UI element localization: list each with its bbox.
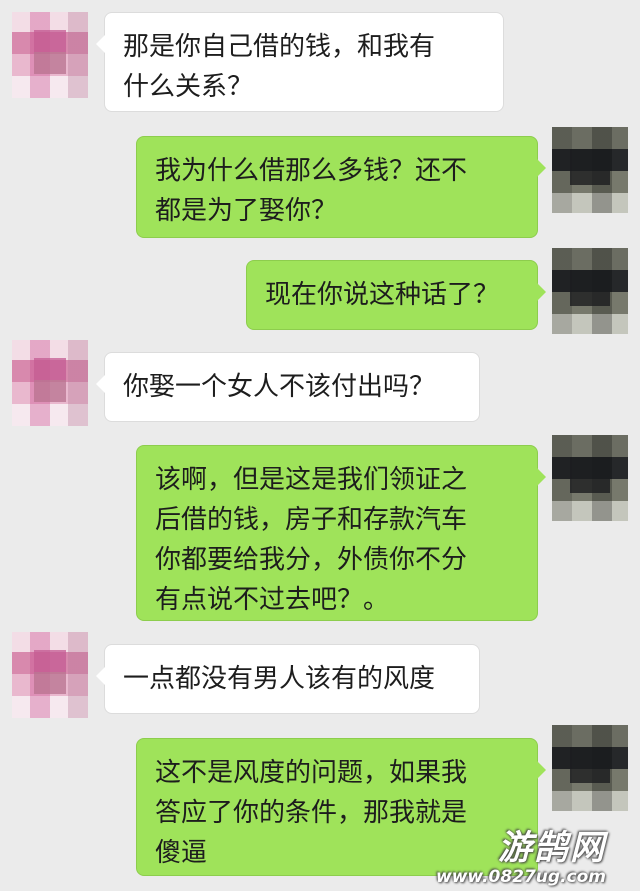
user-avatar[interactable] <box>552 248 628 334</box>
message-bubble: 我为什么借那么多钱？还不 都是为了娶你？ <box>136 136 546 238</box>
user-avatar[interactable] <box>552 127 628 213</box>
contact-avatar[interactable] <box>12 12 88 98</box>
watermark: 游鹄网 www.0827ug.com <box>436 829 606 887</box>
user-avatar[interactable] <box>552 435 628 521</box>
message-bubble: 该啊，但是这是我们领证之 后借的钱，房子和存款汽车 你都要给我分，外债你不分 有… <box>136 445 546 621</box>
chat-message-list: 那是你自己借的钱，和我有 什么关系？ 我为什么借那么多钱？还不 都是为了娶你？ … <box>0 0 640 891</box>
message-bubble: 那是你自己借的钱，和我有 什么关系？ <box>96 12 504 112</box>
watermark-url: www.0827ug.com <box>436 867 606 887</box>
contact-avatar[interactable] <box>12 632 88 718</box>
message-bubble: 你娶一个女人不该付出吗？ <box>96 352 480 422</box>
contact-avatar[interactable] <box>12 340 88 426</box>
user-avatar[interactable] <box>552 725 628 811</box>
message-bubble: 现在你说这种话了？ <box>246 260 546 330</box>
watermark-logo: 游鹄网 <box>498 828 606 868</box>
message-bubble: 一点都没有男人该有的风度 <box>96 644 480 714</box>
